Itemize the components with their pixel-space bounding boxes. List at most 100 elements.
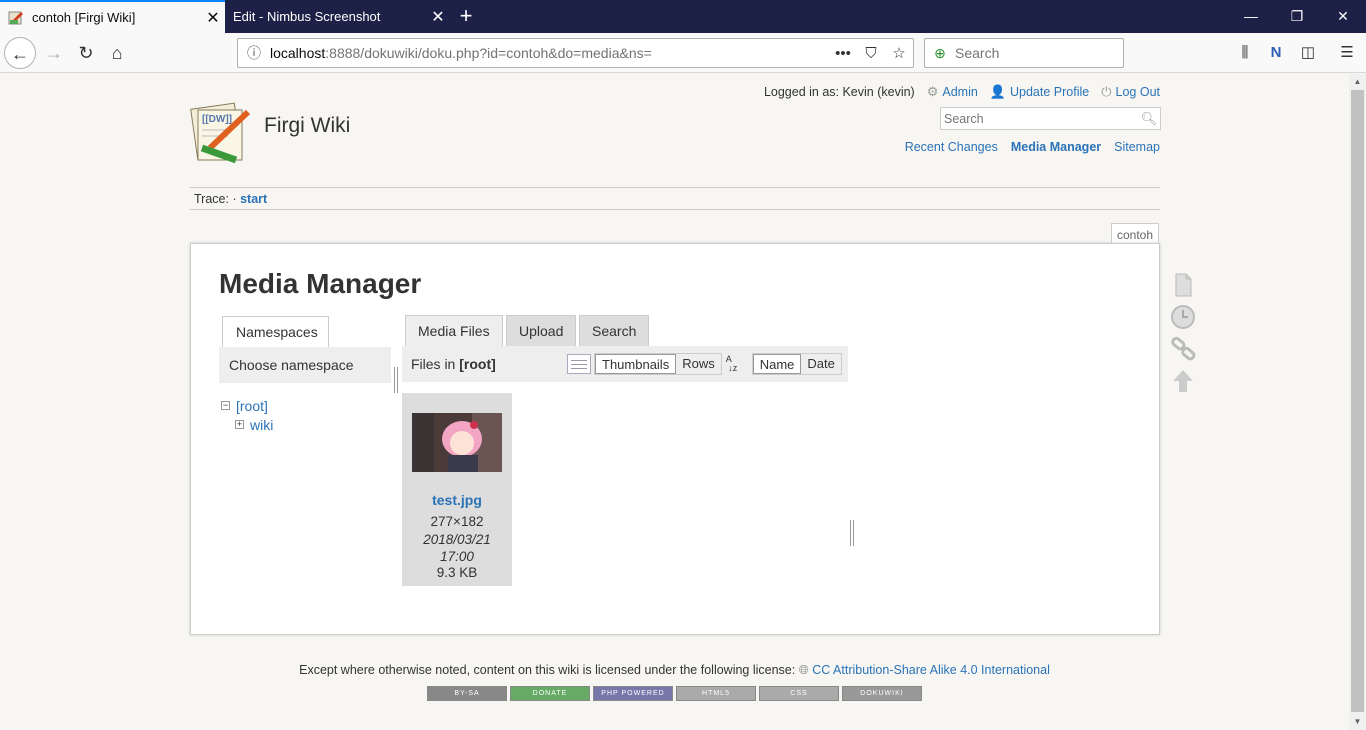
- donate-badge[interactable]: DONATE: [510, 686, 590, 701]
- menu-icon[interactable]: ☰: [1335, 41, 1359, 65]
- url-text[interactable]: localhost:8888/dokuwiki/doku.php?id=cont…: [270, 45, 829, 61]
- scroll-up-icon[interactable]: ▲: [1349, 74, 1366, 90]
- url-path: :8888/dokuwiki/doku.php?id=contoh&do=med…: [325, 45, 652, 61]
- forward-button[interactable]: →: [38, 37, 70, 69]
- media-manager-link[interactable]: Media Manager: [1011, 140, 1101, 154]
- svg-text:[[DW]]: [[DW]]: [202, 114, 232, 125]
- sidebar-icon[interactable]: ◫: [1296, 41, 1320, 65]
- close-window-icon[interactable]: ✕: [1320, 0, 1366, 33]
- panel-resize-handle[interactable]: [850, 520, 854, 546]
- css-badge[interactable]: CSS: [759, 686, 839, 701]
- logout-label: Log Out: [1115, 85, 1160, 99]
- gear-icon: ⚙: [926, 84, 939, 99]
- file-date: 2018/03/21 17:00: [423, 532, 491, 564]
- html5-badge[interactable]: HTML5: [676, 686, 756, 701]
- vertical-scrollbar[interactable]: ▲ ▼: [1349, 74, 1366, 730]
- tab-search[interactable]: Search: [579, 315, 650, 346]
- thumbnails-view-button[interactable]: Thumbnails: [595, 354, 677, 374]
- minimize-icon[interactable]: —: [1228, 0, 1274, 33]
- tab-namespaces[interactable]: Namespaces: [222, 316, 329, 347]
- choose-namespace-header: Choose namespace: [219, 347, 391, 383]
- restore-icon[interactable]: ❐: [1274, 0, 1320, 33]
- admin-link[interactable]: ⚙ Admin: [927, 84, 978, 100]
- wiki-search-input[interactable]: [941, 111, 1138, 126]
- close-tab-icon[interactable]: ✕: [201, 8, 225, 28]
- show-page-icon[interactable]: [1170, 272, 1196, 298]
- bookmark-star-icon[interactable]: ☆: [885, 44, 913, 62]
- tab-upload[interactable]: Upload: [506, 315, 577, 346]
- panel-resize-handle[interactable]: [394, 367, 398, 393]
- browser-nav-bar: ← → ↻ ⌂ ⓘ localhost:8888/dokuwiki/doku.p…: [0, 33, 1366, 73]
- reload-button[interactable]: ↻: [70, 37, 102, 69]
- page-actions-icon[interactable]: •••: [829, 45, 857, 62]
- trace-separator: ·: [232, 192, 237, 206]
- license-text: Except where otherwise noted, content on…: [299, 663, 796, 677]
- sort-az-icon: A ↓z: [725, 354, 738, 373]
- page-title: Media Manager: [219, 268, 422, 299]
- site-tools: Recent Changes Media Manager Sitemap: [905, 140, 1160, 154]
- namespace-tree: − [root] + wiki: [221, 396, 273, 434]
- power-icon: ⏻: [1101, 84, 1112, 99]
- recent-changes-link[interactable]: Recent Changes: [905, 140, 998, 154]
- tab-title: contoh [Firgi Wiki]: [32, 10, 136, 25]
- sort-name-button[interactable]: Name: [752, 354, 802, 374]
- pocket-icon[interactable]: ⛉: [857, 45, 885, 62]
- info-icon[interactable]: ⓘ: [238, 43, 270, 63]
- logout-link[interactable]: ⏻ Log Out: [1101, 84, 1160, 100]
- tab-title: Edit - Nimbus Screenshot: [233, 9, 381, 24]
- search-icon[interactable]: 🔍︎: [1138, 111, 1160, 127]
- file-size: 9.3 KB: [436, 565, 478, 580]
- file-dimensions: 277×182: [430, 514, 484, 529]
- page-tools: [1170, 272, 1196, 400]
- license-link[interactable]: CC Attribution-Share Alike 4.0 Internati…: [812, 663, 1050, 677]
- dokuwiki-logo[interactable]: [[DW]]: [188, 100, 254, 166]
- back-button[interactable]: ←: [4, 37, 36, 69]
- files-in-label: Files in: [411, 356, 456, 372]
- tree-label[interactable]: wiki: [250, 417, 273, 433]
- home-button[interactable]: ⌂: [101, 37, 133, 69]
- browser-tab-active[interactable]: contoh [Firgi Wiki] ✕: [0, 0, 225, 33]
- file-name[interactable]: test.jpg: [402, 492, 512, 508]
- update-profile-link[interactable]: 👤 Update Profile: [990, 84, 1089, 100]
- browser-tab[interactable]: Edit - Nimbus Screenshot ✕: [225, 0, 450, 33]
- php-powered-badge[interactable]: PHP POWERED: [593, 686, 673, 701]
- tree-label[interactable]: [root]: [236, 398, 268, 414]
- revisions-icon[interactable]: [1170, 304, 1196, 330]
- url-bar[interactable]: ⓘ localhost:8888/dokuwiki/doku.php?id=co…: [237, 38, 914, 68]
- tab-media-files[interactable]: Media Files: [405, 315, 503, 346]
- breadcrumb: Trace: · start: [190, 187, 1160, 210]
- update-profile-label: Update Profile: [1010, 85, 1090, 99]
- close-tab-icon[interactable]: ✕: [426, 7, 450, 27]
- site-name[interactable]: Firgi Wiki: [264, 114, 350, 138]
- back-to-top-icon[interactable]: [1170, 368, 1196, 394]
- new-tab-button[interactable]: +: [452, 0, 480, 33]
- dokuwiki-badge[interactable]: DOKUWIKI: [842, 686, 922, 701]
- view-toggle: Thumbnails Rows: [594, 353, 722, 375]
- scroll-down-icon[interactable]: ▼: [1349, 714, 1366, 730]
- trace-start-link[interactable]: start: [240, 192, 267, 206]
- search-engine-icon: ⊕: [934, 44, 946, 61]
- user-tools: Logged in as: Kevin (kevin) ⚙ Admin 👤 Upda…: [764, 84, 1160, 100]
- tree-item-wiki[interactable]: + wiki: [221, 415, 273, 434]
- extension-n-icon[interactable]: N: [1264, 41, 1288, 65]
- expand-icon[interactable]: +: [235, 420, 244, 429]
- browser-search-bar[interactable]: ⊕: [924, 38, 1124, 68]
- browser-search-input[interactable]: [955, 45, 1115, 61]
- license-notice: Except where otherwise noted, content on…: [0, 663, 1349, 678]
- trace-label: Trace:: [194, 192, 229, 206]
- logged-in-text: Logged in as: Kevin (kevin): [763, 85, 915, 99]
- file-thumbnail[interactable]: [412, 413, 502, 472]
- cc-icon: 🌐︎: [798, 663, 809, 677]
- collapse-icon[interactable]: −: [221, 401, 230, 410]
- sort-date-button[interactable]: Date: [801, 354, 840, 374]
- rows-view-button[interactable]: Rows: [676, 354, 721, 374]
- files-in-namespace: [root]: [459, 356, 496, 372]
- sort-toggle: Name Date: [751, 353, 842, 375]
- scroll-thumb[interactable]: [1351, 90, 1364, 712]
- library-icon[interactable]: ⫼: [1233, 41, 1257, 65]
- cc-by-sa-badge[interactable]: BY-SA: [427, 686, 507, 701]
- backlinks-icon[interactable]: [1170, 336, 1196, 362]
- tree-item-root[interactable]: − [root]: [221, 396, 273, 415]
- file-item[interactable]: test.jpg 277×182 2018/03/21 17:00 9.3 KB: [402, 393, 512, 586]
- sitemap-link[interactable]: Sitemap: [1114, 140, 1160, 154]
